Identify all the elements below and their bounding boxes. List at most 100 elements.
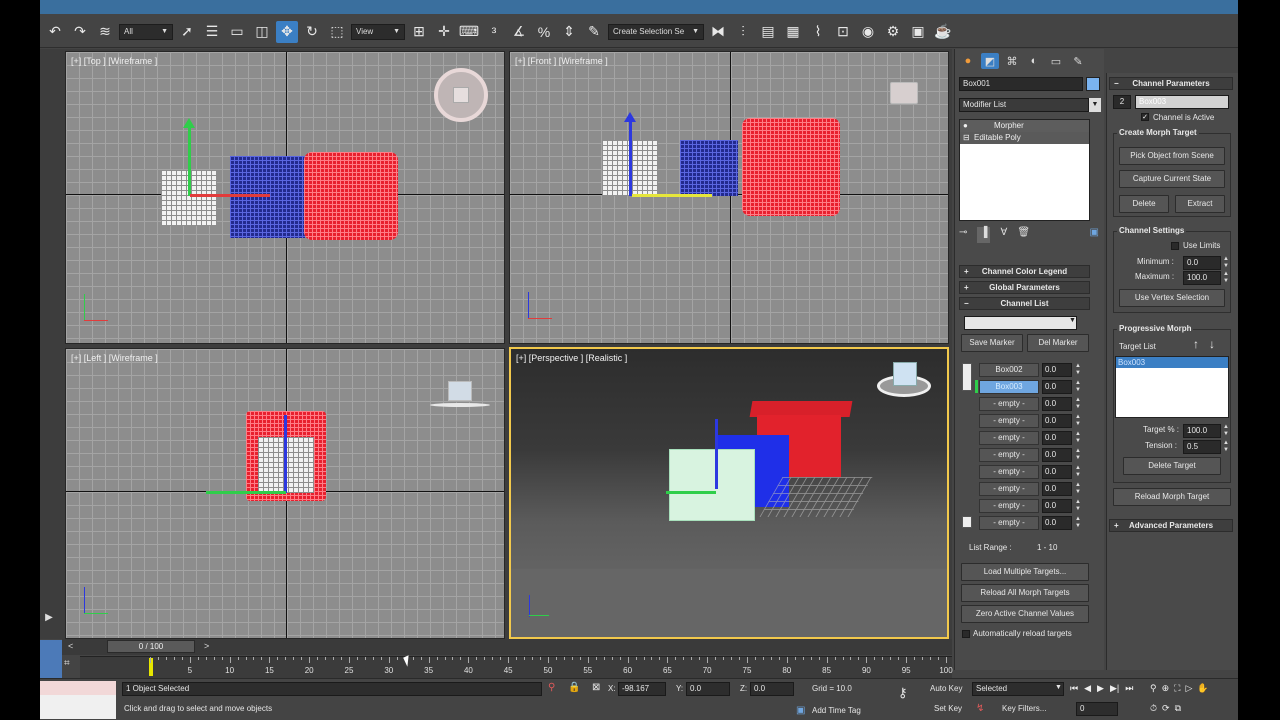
channel-value-spinner[interactable]: ▲ ▼ <box>1074 363 1082 377</box>
field-of-view-icon[interactable]: ▷ <box>1185 683 1192 694</box>
bind-spacewarp-icon[interactable]: ≋ <box>94 21 116 43</box>
keyboard-shortcut-override-icon[interactable]: ⌨ <box>458 21 480 43</box>
gizmo-z-axis[interactable] <box>284 415 287 493</box>
gizmo-x-axis[interactable] <box>190 194 270 197</box>
set-key-icon[interactable]: ↯ <box>976 703 984 714</box>
select-by-name-icon[interactable]: ☰ <box>201 21 223 43</box>
maxscript-listener[interactable] <box>40 681 116 719</box>
rollout-advanced-parameters[interactable]: + Advanced Parameters <box>1109 519 1233 532</box>
viewcube[interactable] <box>434 68 488 122</box>
tension-spinner[interactable]: ▲ ▼ <box>1222 440 1230 454</box>
x-coordinate-field[interactable]: -98.167 <box>618 682 666 696</box>
rendered-frame-icon[interactable]: ▣ <box>907 21 929 43</box>
object-color-swatch[interactable] <box>1086 77 1100 91</box>
channel-name-button[interactable]: - empty - <box>979 499 1039 513</box>
channel-value-spinner[interactable]: ▲ ▼ <box>1074 465 1082 479</box>
channel-value-field[interactable]: 0.0 <box>1042 397 1072 411</box>
viewport-left-label[interactable]: [+] [Left ] [Wireframe ] <box>71 353 158 363</box>
edit-named-sets-icon[interactable]: ✎ <box>583 21 605 43</box>
channel-value-field[interactable]: 0.0 <box>1042 482 1072 496</box>
reload-all-morph-targets-button[interactable]: Reload All Morph Targets <box>961 584 1089 602</box>
target-list-item[interactable]: Box003 <box>1116 357 1228 368</box>
minimum-field[interactable]: 0.0 <box>1183 256 1221 270</box>
prev-frame-icon[interactable]: < <box>68 641 73 651</box>
gizmo-z-axis[interactable] <box>715 419 718 489</box>
rotate-icon[interactable]: ↻ <box>301 21 323 43</box>
next-frame-icon[interactable]: > <box>204 641 209 651</box>
time-slider-knob[interactable]: 0 / 100 <box>107 640 195 653</box>
channel-active-checkbox[interactable]: ✓ <box>1141 113 1149 121</box>
spinner-snap-icon[interactable]: ⇕ <box>558 21 580 43</box>
extract-button[interactable]: Extract <box>1175 195 1225 213</box>
schematic-view-icon[interactable]: ⊡ <box>832 21 854 43</box>
render-production-icon[interactable]: ☕ <box>932 21 954 43</box>
viewport-front-label[interactable]: [+] [Front ] [Wireframe ] <box>515 56 608 66</box>
channel-value-field[interactable]: 0.0 <box>1042 516 1072 530</box>
isolate-selection-icon[interactable]: ⚲ <box>548 682 555 693</box>
display-tab-icon[interactable]: ▭ <box>1047 53 1065 69</box>
gizmo-z-axis[interactable] <box>629 118 632 196</box>
target-pct-field[interactable]: 100.0 <box>1183 424 1221 438</box>
viewcube[interactable] <box>448 381 472 401</box>
minimum-spinner[interactable]: ▲ ▼ <box>1222 256 1230 270</box>
channel-name-button[interactable]: - empty - <box>979 482 1039 496</box>
use-vertex-selection-button[interactable]: Use Vertex Selection <box>1119 289 1225 307</box>
channel-value-field[interactable]: 0.0 <box>1042 380 1072 394</box>
channel-value-field[interactable]: 0.0 <box>1042 465 1072 479</box>
render-setup-icon[interactable]: ⚙ <box>882 21 904 43</box>
pin-stack-icon[interactable]: ⊸ <box>959 227 967 243</box>
channel-value-spinner[interactable]: ▲ ▼ <box>1074 414 1082 428</box>
mini-curve-editor-icon[interactable] <box>40 640 62 678</box>
modifier-list-dropdown[interactable]: Modifier List <box>959 98 1089 112</box>
rollout-global-parameters[interactable]: + Global Parameters <box>959 281 1090 294</box>
modify-tab-icon[interactable]: ◩ <box>981 53 999 69</box>
ref-coord-dropdown[interactable]: View ▼ <box>351 23 405 40</box>
undo-icon[interactable]: ↶ <box>44 21 66 43</box>
gizmo-y-axis[interactable] <box>188 124 191 196</box>
rect-selection-icon[interactable]: ▭ <box>226 21 248 43</box>
channel-name-field[interactable]: Box003 <box>1135 95 1229 109</box>
goto-end-icon[interactable]: ⏭ <box>1125 683 1133 694</box>
window-crossing-icon[interactable]: ◫ <box>251 21 273 43</box>
configure-sets-icon[interactable]: ▣ <box>1090 227 1099 243</box>
time-config-icon[interactable]: ⏱ <box>1150 703 1157 714</box>
viewcube-face[interactable] <box>453 87 469 103</box>
channel-name-button[interactable]: - empty - <box>979 414 1039 428</box>
target-list[interactable]: Box003 <box>1115 356 1229 418</box>
auto-reload-targets-checkbox[interactable] <box>962 630 970 638</box>
gizmo-x-axis[interactable] <box>632 194 712 197</box>
chevron-down-icon[interactable]: ▼ <box>1069 317 1076 324</box>
box003-mesh[interactable] <box>304 152 398 240</box>
z-coordinate-field[interactable]: 0.0 <box>750 682 794 696</box>
orbit-icon[interactable]: ⟳ <box>1162 703 1170 714</box>
gizmo-y-axis[interactable] <box>206 491 286 494</box>
y-coordinate-field[interactable]: 0.0 <box>686 682 730 696</box>
set-key-button[interactable]: Set Key <box>934 704 962 713</box>
channel-value-field[interactable]: 0.0 <box>1042 448 1072 462</box>
graphite-tools-icon[interactable]: ▦ <box>782 21 804 43</box>
gizmo-y-axis[interactable] <box>666 491 716 494</box>
marker-dropdown[interactable] <box>964 316 1077 330</box>
gizmo-y-arrow-icon[interactable] <box>183 118 195 128</box>
channel-value-spinner[interactable]: ▲ ▼ <box>1074 380 1082 394</box>
utilities-tab-icon[interactable]: ✎ <box>1069 53 1087 69</box>
motion-tab-icon[interactable]: ◐ <box>1025 53 1043 69</box>
zero-active-channel-values-button[interactable]: Zero Active Channel Values <box>961 605 1089 623</box>
redo-icon[interactable]: ↷ <box>69 21 91 43</box>
channel-number-field[interactable]: 2 <box>1113 95 1131 109</box>
layer-manager-icon[interactable]: ▤ <box>757 21 779 43</box>
save-marker-button[interactable]: Save Marker <box>961 334 1023 352</box>
viewport-left[interactable]: [+] [Left ] [Wireframe ] <box>65 348 505 639</box>
prev-key-icon[interactable]: ◀ <box>1084 683 1091 694</box>
box002-mesh[interactable] <box>680 140 738 196</box>
pick-object-from-scene-button[interactable]: Pick Object from Scene <box>1119 147 1225 165</box>
lock-selection-icon[interactable]: 🔒 <box>568 682 580 693</box>
gizmo-z-arrow-icon[interactable] <box>624 112 636 122</box>
channel-value-spinner[interactable]: ▲ ▼ <box>1074 516 1082 530</box>
named-selection-dropdown[interactable]: Create Selection Se ▼ <box>608 23 704 40</box>
rollout-channel-parameters[interactable]: − Channel Parameters <box>1109 77 1233 90</box>
object-name-field[interactable]: Box001 <box>959 77 1083 91</box>
make-unique-icon[interactable]: ∀ <box>1000 227 1007 243</box>
use-limits-checkbox[interactable] <box>1171 242 1179 250</box>
maximum-spinner[interactable]: ▲ ▼ <box>1222 271 1230 285</box>
